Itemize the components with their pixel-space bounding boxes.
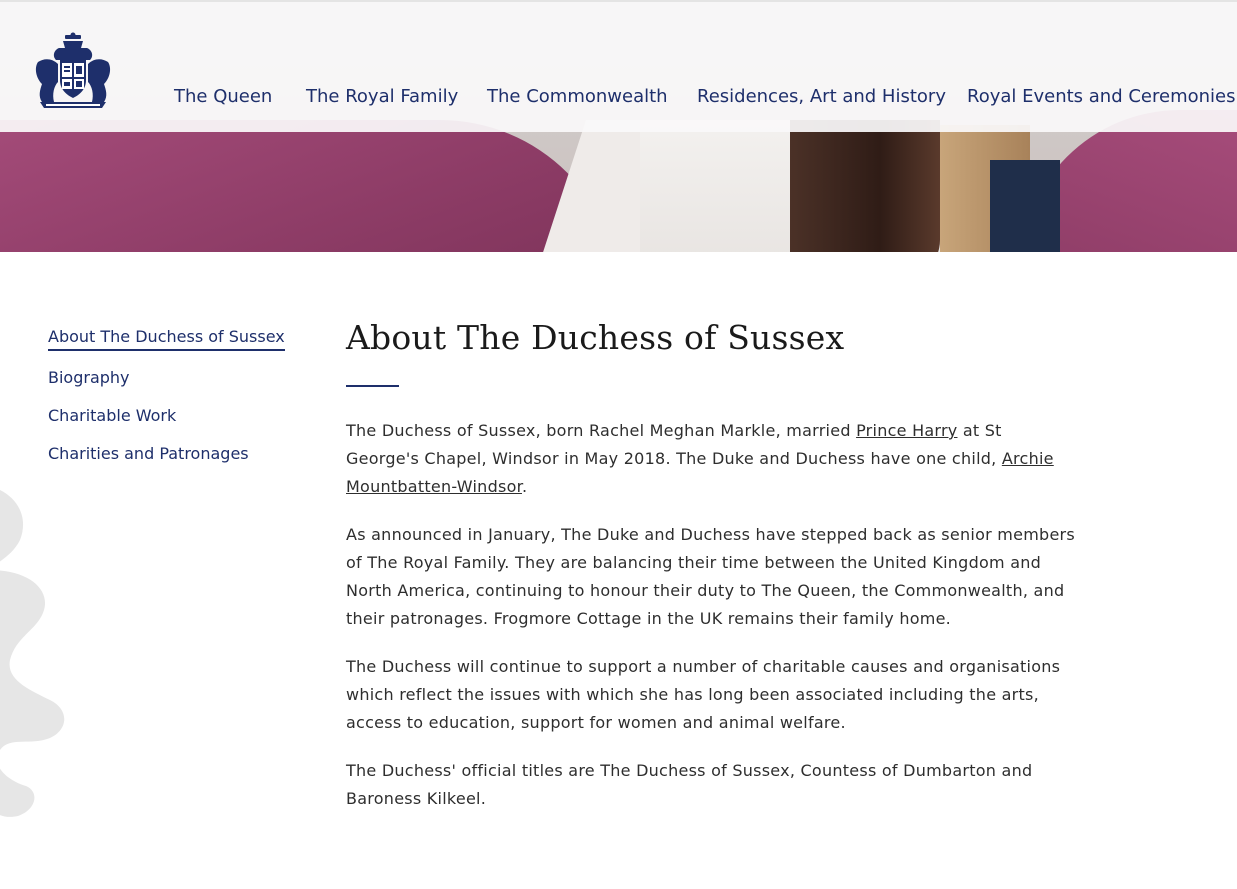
nav-link-royal-events-ceremonies[interactable]: Royal Events and Ceremonies (967, 86, 1236, 112)
page: The Queen The Royal Family The Commonwea… (0, 0, 1237, 889)
page-title: About The Duchess of Sussex (346, 318, 845, 357)
royal-coat-of-arms-icon[interactable] (32, 32, 114, 110)
primary-nav: The Queen The Royal Family The Commonwea… (174, 86, 1236, 112)
sidebar-item-charitable-work[interactable]: Charitable Work (48, 405, 308, 427)
intro-paragraph: The Duchess of Sussex, born Rachel Megha… (346, 421, 1054, 496)
main-content: About The Duchess of Sussex The Duchess … (346, 316, 1076, 833)
sidebar-nav: About The Duchess of Sussex Biography Ch… (48, 326, 308, 481)
sidebar-item-about[interactable]: About The Duchess of Sussex (48, 326, 285, 351)
title-underline-divider (346, 385, 399, 387)
lion-watermark-icon (0, 490, 65, 817)
nav-link-the-queen[interactable]: The Queen (174, 86, 306, 112)
official-titles-paragraph: The Duchess' official titles are The Duc… (346, 761, 1033, 808)
nav-link-residences-art-history[interactable]: Residences, Art and History (697, 86, 967, 112)
prince-harry-link[interactable]: Prince Harry (856, 421, 957, 440)
sidebar-item-biography[interactable]: Biography (48, 367, 308, 389)
nav-link-the-royal-family[interactable]: The Royal Family (306, 86, 487, 112)
stepped-back-paragraph: As announced in January, The Duke and Du… (346, 525, 1075, 628)
nav-link-the-commonwealth[interactable]: The Commonwealth (487, 86, 697, 112)
charitable-causes-paragraph: The Duchess will continue to support a n… (346, 657, 1061, 732)
site-header: The Queen The Royal Family The Commonwea… (0, 0, 1237, 132)
sidebar-item-charities-patronages[interactable]: Charities and Patronages (48, 443, 308, 465)
